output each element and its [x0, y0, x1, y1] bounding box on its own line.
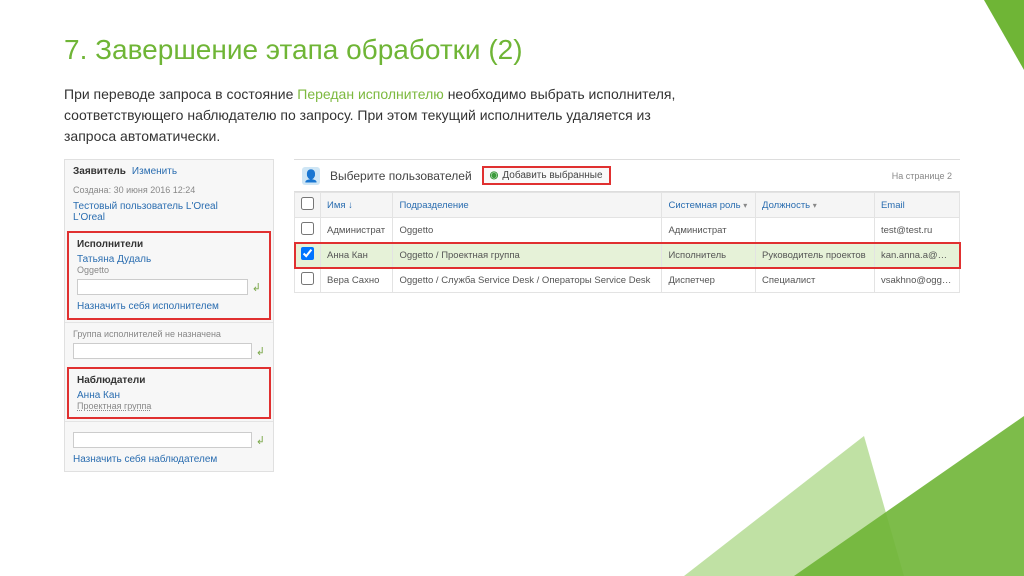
cell-email: test@test.ru — [874, 218, 959, 243]
cell-position: Специалист — [756, 268, 875, 293]
applicant-label: Заявитель — [73, 166, 126, 177]
cell-dept: Oggetto / Служба Service Desk / Оператор… — [393, 268, 662, 293]
col-name[interactable]: Имя ↓ — [321, 193, 393, 218]
group-unassigned: Группа исполнителей не назначена — [73, 329, 265, 339]
loreal-link[interactable]: L'Oreal — [73, 212, 265, 223]
group-input[interactable] — [73, 343, 252, 359]
table-row[interactable]: Администрат Oggetto Администрат test@tes… — [295, 218, 960, 243]
users-table: Имя ↓ Подразделение Системная роль ▾ Дол… — [294, 192, 960, 293]
desc-pre: При переводе запроса в состояние — [64, 86, 297, 102]
col-role[interactable]: Системная роль ▾ — [662, 193, 756, 218]
change-link[interactable]: Изменить — [132, 166, 177, 177]
per-page-label: На странице 2 — [892, 171, 952, 181]
executors-label: Исполнители — [77, 239, 261, 250]
executor-input[interactable] — [77, 279, 248, 295]
cell-email: kan.anna.a@… — [874, 243, 959, 268]
assign-self-executor-link[interactable]: Назначить себя исполнителем — [77, 301, 261, 312]
row-checkbox[interactable] — [301, 272, 314, 285]
cell-role: Диспетчер — [662, 268, 756, 293]
cell-dept: Oggetto / Проектная группа — [393, 243, 662, 268]
add-executor-icon[interactable]: ↲ — [252, 281, 261, 294]
cell-role: Исполнитель — [662, 243, 756, 268]
row-checkbox[interactable] — [301, 247, 314, 260]
cell-name: Администрат — [321, 218, 393, 243]
add-selected-label: Добавить выбранные — [502, 170, 602, 181]
user-icon: 👤 — [302, 167, 320, 185]
cell-email: vsakhno@ogg… — [874, 268, 959, 293]
cell-name: Вера Сахно — [321, 268, 393, 293]
observer-name[interactable]: Анна Кан — [77, 390, 261, 401]
row-checkbox[interactable] — [301, 222, 314, 235]
slide-description: При переводе запроса в состояние Передан… — [64, 84, 704, 147]
plus-icon: ◉ — [490, 170, 499, 181]
add-observer-icon[interactable]: ↲ — [256, 434, 265, 447]
desc-highlight: Передан исполнителю — [297, 86, 444, 102]
created-date: Создана: 30 июня 2016 12:24 — [73, 185, 265, 195]
select-all-checkbox[interactable] — [301, 197, 314, 210]
slide-title: 7. Завершение этапа обработки (2) — [64, 34, 960, 66]
col-email[interactable]: Email — [874, 193, 959, 218]
observer-input[interactable] — [73, 432, 252, 448]
table-row[interactable]: Вера Сахно Oggetto / Служба Service Desk… — [295, 268, 960, 293]
col-dept[interactable]: Подразделение — [393, 193, 662, 218]
observer-group: Проектная группа — [77, 401, 261, 411]
cell-dept: Oggetto — [393, 218, 662, 243]
test-user-link[interactable]: Тестовый пользователь L'Oreal — [73, 201, 265, 212]
executor-org: Oggetto — [77, 265, 261, 275]
add-selected-button[interactable]: ◉ Добавить выбранные — [482, 166, 611, 185]
cell-role: Администрат — [662, 218, 756, 243]
table-row[interactable]: Анна Кан Oggetto / Проектная группа Испо… — [295, 243, 960, 268]
cell-position — [756, 218, 875, 243]
cell-name: Анна Кан — [321, 243, 393, 268]
choose-users-title: Выберите пользователей — [330, 169, 472, 183]
assign-self-observer-link[interactable]: Назначить себя наблюдателем — [73, 454, 265, 465]
add-group-icon[interactable]: ↲ — [256, 345, 265, 358]
request-side-panel: Заявитель Изменить Создана: 30 июня 2016… — [64, 159, 274, 472]
user-picker-panel: 👤 Выберите пользователей ◉ Добавить выбр… — [294, 159, 960, 293]
executor-name[interactable]: Татьяна Дудаль — [77, 254, 261, 265]
observers-label: Наблюдатели — [77, 375, 261, 386]
cell-position: Руководитель проектов — [756, 243, 875, 268]
col-position[interactable]: Должность ▾ — [756, 193, 875, 218]
